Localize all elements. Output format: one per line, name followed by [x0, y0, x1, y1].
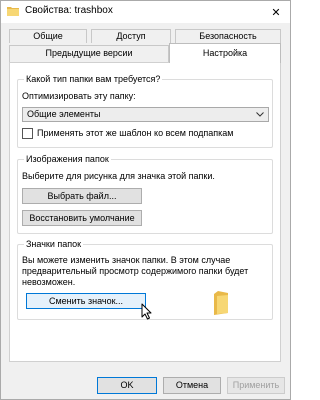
- close-icon: ✕: [271, 6, 281, 19]
- close-button[interactable]: ✕: [262, 1, 290, 23]
- optimize-select[interactable]: Общие элементы: [22, 107, 269, 122]
- mouse-cursor-icon: [141, 303, 152, 320]
- choose-file-button[interactable]: Выбрать файл...: [22, 188, 142, 204]
- tab-previous-versions[interactable]: Предыдущие версии: [9, 45, 169, 62]
- folder-icons-heading: Значки папок: [24, 239, 84, 249]
- tab-security[interactable]: Безопасность: [175, 29, 281, 43]
- tab-strip: Общие Доступ Безопасность Предыдущие вер…: [9, 29, 281, 63]
- ok-button[interactable]: OK: [97, 377, 157, 394]
- restore-default-button[interactable]: Восстановить умолчание: [22, 210, 142, 226]
- folder-icon: [7, 7, 19, 16]
- change-icon-button[interactable]: Сменить значок...: [26, 293, 146, 309]
- optimize-label: Оптимизировать эту папку:: [22, 91, 136, 101]
- customize-panel: Какой тип папки вам требуется? Оптимизир…: [9, 62, 281, 362]
- tab-sharing[interactable]: Доступ: [91, 29, 171, 43]
- folder-preview-icon: [214, 291, 228, 315]
- window-title: Свойства: trashbox: [25, 5, 113, 16]
- folder-icons-description-line-1: Вы можете изменить значок папки. В этом …: [22, 255, 231, 265]
- title-bar[interactable]: Свойства: trashbox ✕: [1, 1, 290, 23]
- folder-icons-description-line-2: предварительный просмотр содержимого пап…: [22, 266, 249, 276]
- folder-type-group: Какой тип папки вам требуется? Оптимизир…: [17, 74, 273, 148]
- apply-to-subfolders-label: Применять этот же шаблон ко всем подпапк…: [37, 128, 234, 138]
- chevron-down-icon: [256, 112, 264, 117]
- tab-general[interactable]: Общие: [9, 29, 87, 43]
- folder-icons-description-line-3: невозможен.: [22, 277, 76, 287]
- folder-pictures-group: Изображения папок Выберите для рисунка д…: [17, 154, 273, 234]
- folder-type-heading: Какой тип папки вам требуется?: [24, 74, 163, 84]
- properties-dialog: Свойства: trashbox ✕ Общие Доступ Безопа…: [0, 0, 291, 400]
- apply-to-subfolders-checkbox[interactable]: [22, 128, 33, 139]
- optimize-selected-value: Общие элементы: [27, 109, 101, 119]
- folder-pictures-heading: Изображения папок: [24, 154, 111, 164]
- apply-button[interactable]: Применить: [227, 377, 285, 394]
- cancel-button[interactable]: Отмена: [163, 377, 221, 394]
- folder-pictures-description: Выберите для рисунка для значка этой пап…: [22, 171, 215, 181]
- tab-customize[interactable]: Настройка: [169, 43, 281, 63]
